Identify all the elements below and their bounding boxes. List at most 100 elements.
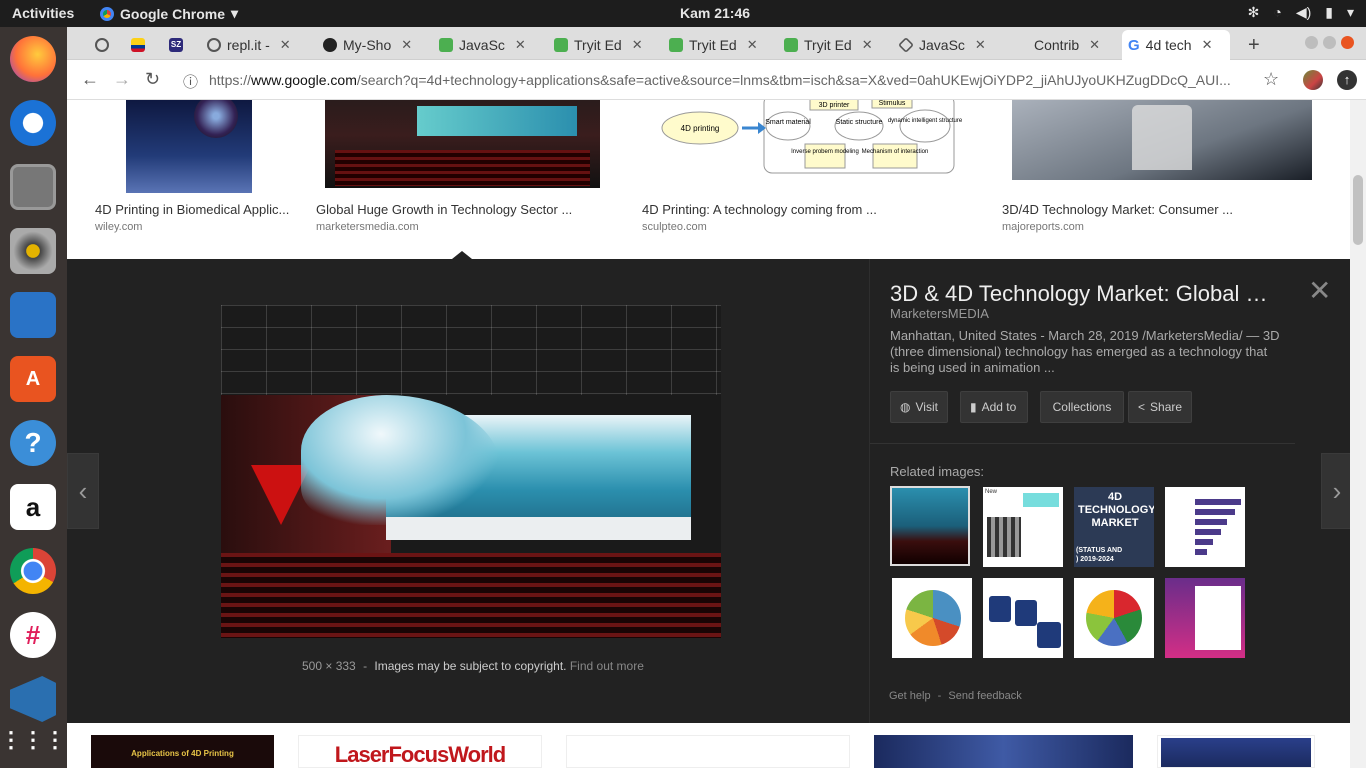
tab-6[interactable]: JavaSc ✕ [433,30,541,60]
result-caption[interactable]: 4D Printing: A technology coming from ..… [642,202,877,217]
related-thumb-4-bar-chart[interactable] [1165,487,1245,567]
maximize-button[interactable] [1323,36,1336,49]
tab-close-icon[interactable]: ✕ [515,37,526,53]
result-caption[interactable]: 4D Printing in Biomedical Applic... [95,202,289,217]
tab-2[interactable] [125,30,153,60]
tab-close-icon[interactable]: ✕ [1089,37,1100,53]
tab-close-icon[interactable]: ✕ [280,37,291,53]
tab-title: JavaSc [459,37,505,53]
preview-title[interactable]: 3D & 4D Technology Market: Global … [890,281,1267,307]
tab-close-icon[interactable]: ✕ [975,37,986,53]
tab-10[interactable]: JavaSc ✕ [893,30,1001,60]
minimize-button[interactable] [1305,36,1318,49]
tab-9[interactable]: Tryit Ed ✕ [778,30,886,60]
related-thumb-5-pie-chart[interactable] [892,578,972,658]
related-thumb-1-selected[interactable] [890,486,970,566]
result-caption[interactable]: Global Huge Growth in Technology Sector … [316,202,572,217]
collections-button[interactable]: Collections [1040,391,1124,423]
pie [1086,590,1142,646]
close-preview-icon[interactable]: ✕ [1308,277,1331,305]
address-bar[interactable]: https://www.google.com/search?q=4d+techn… [209,68,1289,92]
tab-11[interactable]: Contrib ✕ [1028,30,1128,60]
close-window-button[interactable] [1341,36,1354,49]
related-thumb-7-pie-chart[interactable] [1074,578,1154,658]
files-icon[interactable] [10,164,56,210]
tab-close-icon[interactable]: ✕ [632,37,643,53]
power-menu-icon: ▾ [1346,4,1354,20]
send-feedback-link[interactable]: Send feedback [948,690,1021,702]
chrome-dock-icon[interactable] [10,548,56,594]
image-info-line: 500 × 333 - Images may be subject to cop… [302,659,644,673]
next-image-button[interactable]: › [1321,453,1350,529]
tab-3[interactable]: SZ [163,30,191,60]
preview-publisher[interactable]: MarketersMEDIA [890,306,989,321]
writer-icon[interactable] [10,292,56,338]
related-thumb-3[interactable]: 4D TECHNOLOGY MARKET (STATUS AND ) 2019-… [1074,487,1154,567]
bookmark-star-icon[interactable]: ☆ [1263,69,1279,90]
show-apps-icon[interactable]: ⋮⋮⋮ [0,717,66,763]
tab-close-icon[interactable]: ✕ [862,37,873,53]
related-thumb-8[interactable] [1165,578,1245,658]
result-thumbnail[interactable] [325,100,600,188]
reload-icon[interactable]: ↻ [145,69,160,90]
new-tab-button[interactable]: + [1242,30,1272,60]
result-thumbnail-diagram[interactable]: 3D printer Stimulus 4D printing Smart ma… [638,100,974,192]
node-smart-material: Smart material [765,119,811,126]
profile-avatar[interactable] [1303,70,1323,90]
bar [1195,529,1221,535]
rhythmbox-icon[interactable] [10,228,56,274]
result-card-2-selected[interactable]: Global Huge Growth in Technology Sector … [312,100,614,260]
tab-12-active[interactable]: G 4d tech ✕ [1122,30,1230,60]
visit-button[interactable]: ◍ Visit [890,391,948,423]
system-tray[interactable]: ✻ ◔ ◀) ▮ ▾ [1248,4,1354,21]
result-card-bottom-1[interactable]: Applications of 4D Printing [91,735,274,768]
tab-7[interactable]: Tryit Ed ✕ [548,30,656,60]
site-info-icon[interactable]: ⓘ [183,71,198,92]
browser-toolbar: ← → ↻ ⓘ https://www.google.com/search?q=… [67,60,1366,100]
forward-icon[interactable]: → [113,69,131,90]
get-help-link[interactable]: Get help [889,690,931,702]
scrollbar-thumb[interactable] [1353,175,1363,245]
thumb-graphic [987,517,1021,557]
software-center-icon[interactable]: A [10,356,56,402]
clock[interactable]: Kam 21:46 [680,5,750,21]
chrome-menu-icon[interactable]: ↑ [1337,70,1357,90]
add-to-button[interactable]: ▮ Add to [960,391,1028,423]
result-card-1[interactable]: 4D Printing in Biomedical Applic... wile… [91,100,289,260]
slack-icon[interactable]: # [10,612,56,658]
tab-1[interactable] [89,30,117,60]
tab-5[interactable]: My-Sho ✕ [317,30,425,60]
firefox-icon[interactable] [10,36,56,82]
share-button[interactable]: < Share [1128,391,1192,423]
result-card-bottom-3[interactable] [566,735,850,768]
activities-button[interactable]: Activities [12,5,74,21]
related-thumb-6[interactable] [983,578,1063,658]
vscode-icon[interactable] [10,676,56,722]
chrome-icon [100,6,114,21]
thunderbird-icon[interactable] [10,100,56,146]
result-card-bottom-4[interactable] [874,735,1133,768]
result-card-3[interactable]: 3D printer Stimulus 4D printing Smart ma… [638,100,974,260]
tab-close-icon[interactable]: ✕ [1202,37,1213,53]
app-menu[interactable]: Google Chrome ▾ [100,5,238,22]
tab-close-icon[interactable]: ✕ [747,37,758,53]
amazon-icon[interactable]: a [10,484,56,530]
tab-4[interactable]: repl.it - ✕ [201,30,309,60]
result-card-bottom-5[interactable] [1157,735,1315,768]
preview-image[interactable] [221,305,721,638]
result-thumbnail[interactable] [126,100,252,193]
page-scrollbar[interactable] [1350,100,1366,768]
find-out-more-link[interactable]: Find out more [570,659,644,673]
previous-image-button[interactable]: ‹ [67,453,99,529]
network-status-icon: ✻ [1247,4,1260,20]
result-card-bottom-2[interactable]: LaserFocusWorld [298,735,542,768]
result-caption[interactable]: 3D/4D Technology Market: Consumer ... [1002,202,1233,217]
help-icon[interactable]: ? [10,420,56,466]
tab-close-icon[interactable]: ✕ [401,37,412,53]
tab-8[interactable]: Tryit Ed ✕ [663,30,771,60]
tab-title: Tryit Ed [804,37,852,53]
result-card-4[interactable]: 3D/4D Technology Market: Consumer ... ma… [998,100,1326,260]
result-thumbnail[interactable] [1012,100,1312,180]
related-thumb-2[interactable]: New [983,487,1063,567]
back-icon[interactable]: ← [81,69,99,90]
